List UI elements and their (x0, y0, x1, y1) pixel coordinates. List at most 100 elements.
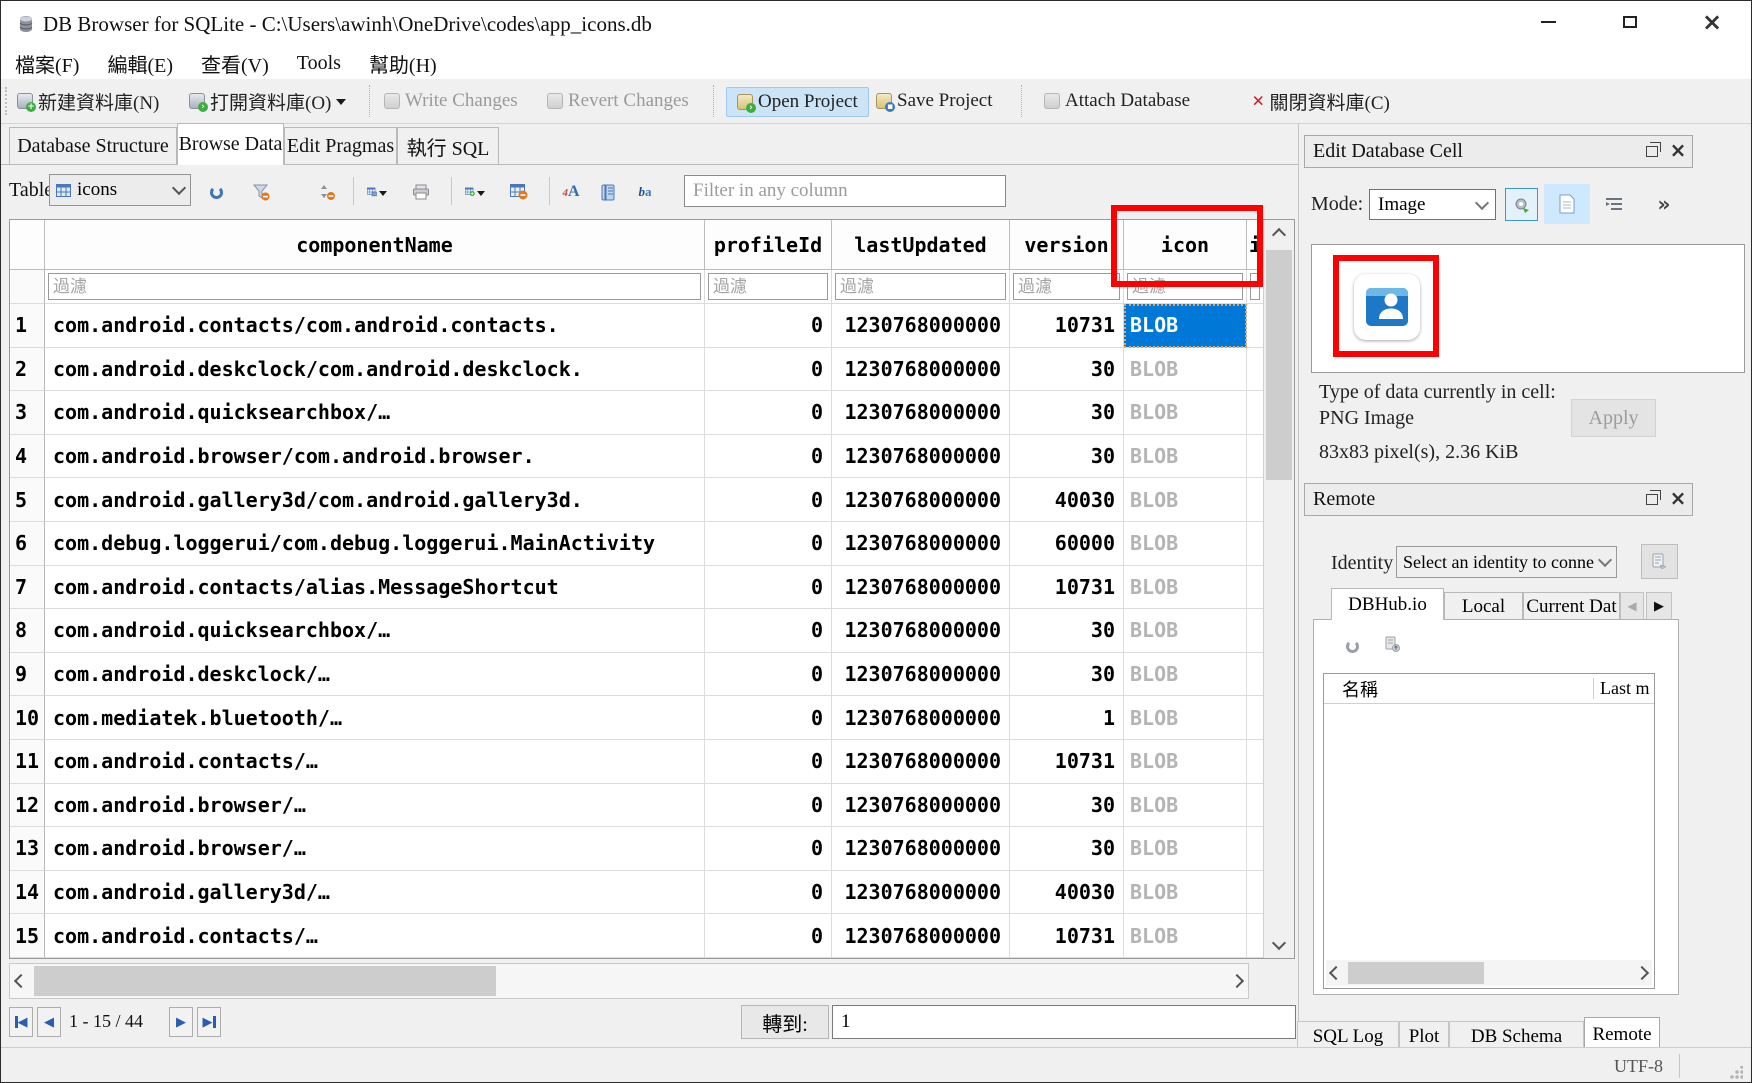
cell-profileId[interactable]: 0 (705, 391, 832, 435)
cell-lastUpdated[interactable]: 1230768000000 (832, 914, 1010, 958)
cell-lastUpdated[interactable]: 1230768000000 (832, 522, 1010, 566)
remote-list-col-lastmodified[interactable]: Last m (1593, 678, 1654, 699)
column-filter-input[interactable] (708, 273, 828, 300)
cell-profileId[interactable]: 0 (705, 653, 832, 697)
row-number-cell[interactable]: 10 (10, 696, 45, 740)
cell-icon-blob[interactable]: BLOB (1124, 304, 1247, 348)
remote-close-button[interactable]: × (1667, 488, 1689, 508)
scroll-left-button[interactable] (1326, 960, 1346, 986)
cell-profileId[interactable]: 0 (705, 871, 832, 915)
maximize-button[interactable] (1602, 1, 1658, 43)
cell-componentName[interactable]: com.android.gallery3d/com.android.galler… (45, 478, 705, 522)
row-number-cell[interactable]: 1 (10, 304, 45, 348)
scroll-right-button[interactable] (1226, 964, 1248, 998)
cell-icon-blob[interactable]: BLOB (1124, 566, 1247, 610)
cell-componentName[interactable]: com.android.gallery3d/… (45, 871, 705, 915)
encoding-status[interactable]: UTF-8 (1614, 1056, 1663, 1077)
resize-grip[interactable] (1729, 1066, 1743, 1080)
menu-help[interactable]: 幫助(H) (355, 47, 451, 80)
remote-tabs-scroll-left[interactable]: ◀ (1620, 592, 1644, 620)
cell-profileId[interactable]: 0 (705, 914, 832, 958)
cell-lastUpdated[interactable]: 1230768000000 (832, 696, 1010, 740)
cell-icon-blob[interactable]: BLOB (1124, 696, 1247, 740)
previous-page-button[interactable]: ◀ (37, 1007, 61, 1037)
cell-componentName[interactable]: com.android.deskclock/com.android.deskcl… (45, 348, 705, 392)
cell-profileId[interactable]: 0 (705, 696, 832, 740)
delete-record-button[interactable] (509, 182, 529, 202)
vertical-scroll-thumb[interactable] (1266, 250, 1292, 480)
open-database-button[interactable]: › 打開資料庫(O) (186, 87, 349, 115)
cell-profileId[interactable]: 0 (705, 522, 832, 566)
identity-import-button[interactable] (1641, 544, 1678, 579)
cell-partial[interactable] (1247, 566, 1264, 610)
cell-profileId[interactable]: 0 (705, 609, 832, 653)
cell-version[interactable]: 30 (1010, 653, 1124, 697)
cell-version[interactable]: 10731 (1010, 740, 1124, 784)
revert-changes-button[interactable]: Revert Changes (544, 87, 692, 115)
cell-componentName[interactable]: com.android.browser/… (45, 784, 705, 828)
cell-profileId[interactable]: 0 (705, 566, 832, 610)
open-project-button[interactable]: › Open Project (726, 87, 869, 117)
scroll-right-button[interactable] (1632, 960, 1652, 986)
cell-componentName[interactable]: com.android.quicksearchbox/… (45, 609, 705, 653)
save-view-button[interactable] (367, 182, 387, 202)
column-filter-input[interactable] (48, 273, 701, 300)
tab-database-structure[interactable]: Database Structure (9, 127, 177, 164)
cell-lastUpdated[interactable]: 1230768000000 (832, 566, 1010, 610)
cell-lastUpdated[interactable]: 1230768000000 (832, 609, 1010, 653)
column-header-icon[interactable]: icon (1124, 220, 1247, 270)
cell-componentName[interactable]: com.android.contacts/com.android.contact… (45, 304, 705, 348)
scroll-up-button[interactable] (1264, 220, 1294, 246)
menu-edit[interactable]: 編輯(E) (93, 47, 187, 80)
last-page-button[interactable]: ▶ (197, 1007, 221, 1037)
save-filter-button[interactable] (599, 182, 619, 202)
cell-partial[interactable] (1247, 609, 1264, 653)
attach-database-button[interactable]: Attach Database (1041, 87, 1193, 115)
cell-partial[interactable] (1247, 827, 1264, 871)
cell-componentName[interactable]: com.android.contacts/… (45, 740, 705, 784)
cell-lastUpdated[interactable]: 1230768000000 (832, 304, 1010, 348)
cell-lastUpdated[interactable]: 1230768000000 (832, 653, 1010, 697)
cell-profileId[interactable]: 0 (705, 435, 832, 479)
goto-record-input[interactable] (832, 1005, 1296, 1039)
cell-version[interactable]: 30 (1010, 391, 1124, 435)
cell-version[interactable]: 10731 (1010, 914, 1124, 958)
cell-lastUpdated[interactable]: 1230768000000 (832, 348, 1010, 392)
identity-select[interactable]: Select an identity to conne (1396, 546, 1617, 578)
tab-edit-pragmas[interactable]: Edit Pragmas (284, 127, 397, 164)
cell-componentName[interactable]: com.android.contacts/… (45, 914, 705, 958)
edit-cell-close-button[interactable]: × (1667, 140, 1689, 160)
cell-lastUpdated[interactable]: 1230768000000 (832, 435, 1010, 479)
cell-profileId[interactable]: 0 (705, 740, 832, 784)
text-mode-button[interactable] (1544, 184, 1590, 224)
row-number-cell[interactable]: 6 (10, 522, 45, 566)
tab-browse-data[interactable]: Browse Data (177, 123, 284, 165)
cell-partial[interactable] (1247, 522, 1264, 566)
next-page-button[interactable]: ▶ (169, 1007, 193, 1037)
row-number-cell[interactable]: 15 (10, 914, 45, 958)
cell-version[interactable]: 30 (1010, 827, 1124, 871)
remote-tab-dbhub[interactable]: DBHub.io (1331, 588, 1444, 620)
cell-icon-blob[interactable]: BLOB (1124, 653, 1247, 697)
row-number-cell[interactable]: 14 (10, 871, 45, 915)
column-filter-input[interactable] (835, 273, 1006, 300)
cell-partial[interactable] (1247, 304, 1264, 348)
cell-partial[interactable] (1247, 784, 1264, 828)
cell-version[interactable]: 30 (1010, 435, 1124, 479)
save-view-dropdown-arrow[interactable] (379, 191, 387, 200)
cell-profileId[interactable]: 0 (705, 304, 832, 348)
table-select[interactable]: icons (49, 174, 191, 206)
cell-icon-blob[interactable]: BLOB (1124, 784, 1247, 828)
cell-version[interactable]: 30 (1010, 348, 1124, 392)
remote-tab-local[interactable]: Local (1444, 592, 1523, 620)
mode-select[interactable]: Image (1369, 189, 1496, 220)
menu-tools[interactable]: Tools (283, 50, 355, 77)
cell-partial[interactable] (1247, 478, 1264, 522)
cell-lastUpdated[interactable]: 1230768000000 (832, 391, 1010, 435)
remote-tab-current-database[interactable]: Current Dat (1523, 592, 1620, 620)
cell-version[interactable]: 30 (1010, 784, 1124, 828)
cell-lastUpdated[interactable]: 1230768000000 (832, 478, 1010, 522)
cell-componentName[interactable]: com.debug.loggerui/com.debug.loggerui.Ma… (45, 522, 705, 566)
close-database-button[interactable]: × 關閉資料庫(C) (1249, 87, 1393, 115)
toolbar-grip[interactable] (5, 87, 10, 115)
